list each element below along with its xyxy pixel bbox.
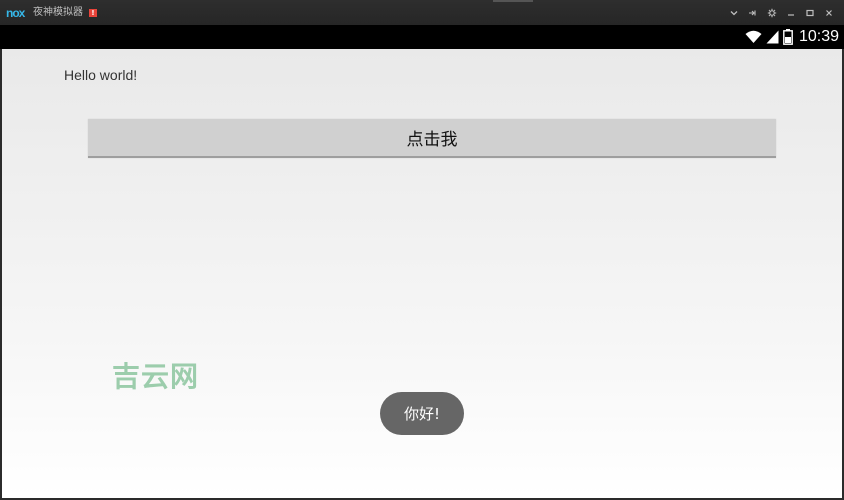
toast-message: 你好! — [380, 392, 464, 435]
minimize-icon[interactable] — [782, 4, 800, 22]
app-screen: Hello world! 点击我 吉云网 你好! — [2, 49, 842, 498]
wifi-icon — [745, 30, 762, 44]
status-icons: 10:39 — [745, 25, 839, 49]
watermark-logo: 吉云网 — [112, 360, 200, 393]
maximize-icon[interactable] — [801, 4, 819, 22]
notice-badge[interactable]: ! — [89, 8, 97, 17]
window-title: 夜神模拟器 — [33, 6, 83, 18]
click-me-button[interactable]: 点击我 — [88, 119, 776, 158]
battery-icon — [783, 29, 793, 45]
pin-icon[interactable] — [744, 4, 762, 22]
chevron-down-icon[interactable] — [725, 4, 743, 22]
emulator-title-bar: nox 夜神模拟器 ! — [0, 0, 844, 25]
android-status-bar: 10:39 — [0, 25, 844, 49]
title-bar-notch — [493, 0, 533, 2]
close-icon[interactable] — [820, 4, 838, 22]
hello-text: Hello world! — [64, 67, 138, 83]
gear-icon[interactable] — [763, 4, 781, 22]
nox-logo: nox — [6, 5, 25, 20]
status-clock: 10:39 — [798, 28, 839, 45]
window-controls — [724, 0, 838, 25]
signal-icon — [766, 30, 779, 44]
